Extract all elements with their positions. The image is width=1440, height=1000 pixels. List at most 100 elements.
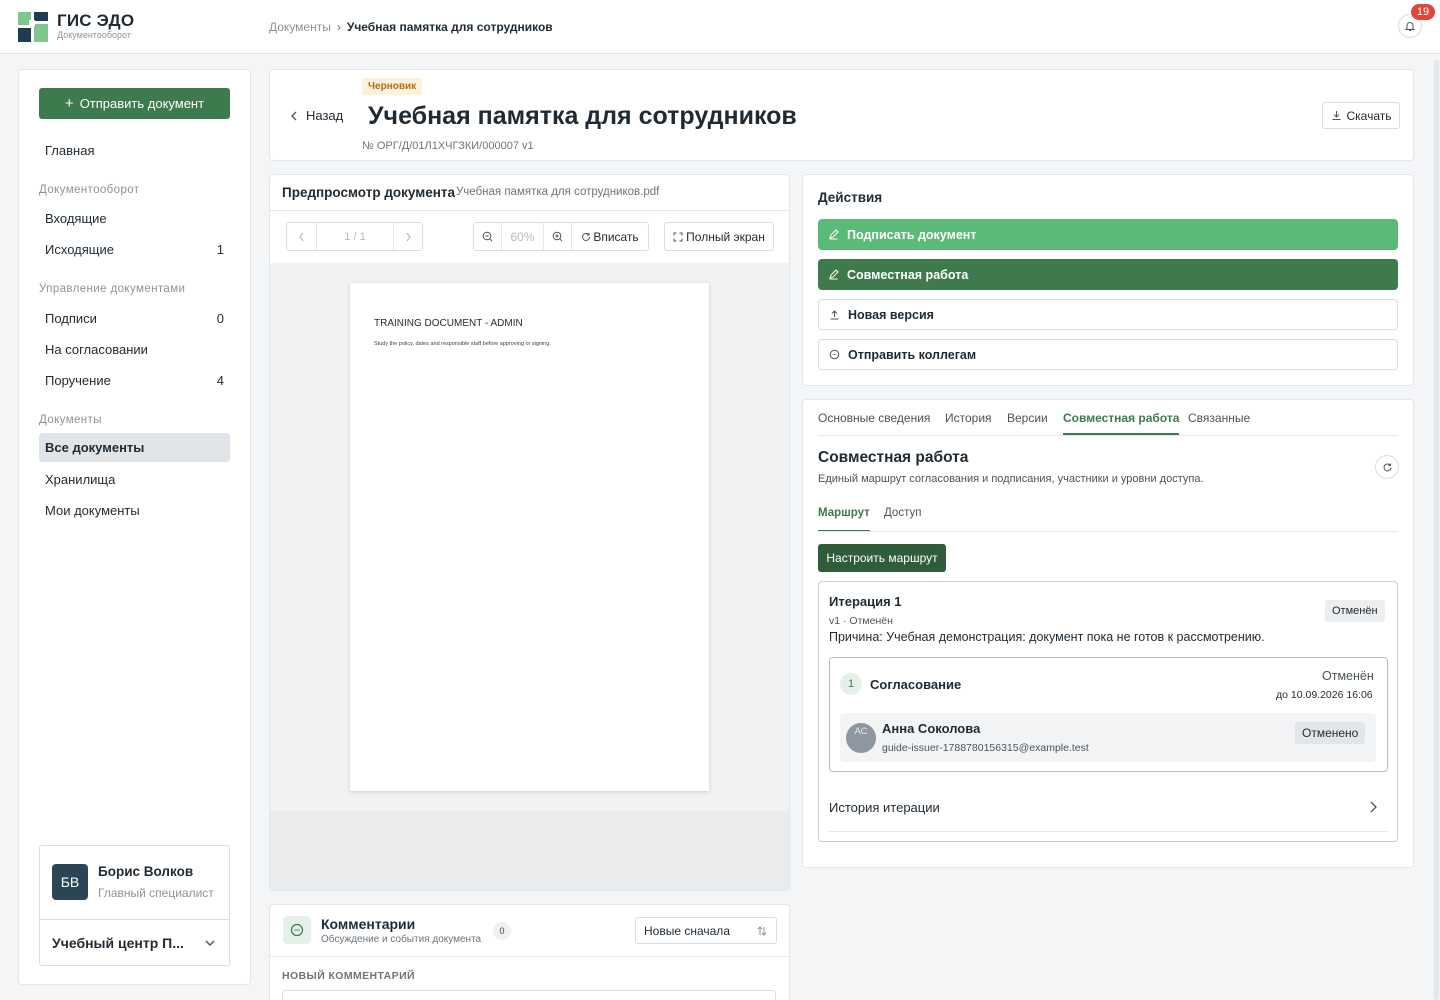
- iteration-status-badge: Отменён: [1325, 600, 1385, 622]
- sidebar-item-label: На согласовании: [45, 342, 148, 357]
- configure-route-button[interactable]: Настроить маршрут: [818, 544, 946, 572]
- next-page-button[interactable]: [394, 223, 422, 250]
- stage-due-date: до 10.09.2026 16:06: [1276, 689, 1373, 701]
- expand-icon: [673, 232, 683, 241]
- tabs-divider: [818, 435, 1398, 436]
- new-comment-input[interactable]: [282, 990, 776, 1000]
- subtabs-divider: [818, 531, 1398, 532]
- new-comment-label: НОВЫЙ КОММЕНТАРИЙ: [282, 970, 415, 982]
- send-document-label: Отправить документ: [79, 96, 205, 111]
- sign-document-button[interactable]: Подписать документ: [818, 219, 1398, 250]
- chevron-right-icon: [406, 232, 411, 241]
- fullscreen-button[interactable]: Полный экран: [664, 222, 774, 251]
- breadcrumb: Документы › Учебная памятка для сотруднико…: [269, 20, 553, 34]
- collaboration-button[interactable]: Совместная работа: [818, 259, 1398, 290]
- download-button[interactable]: Скачать: [1322, 102, 1400, 129]
- chevron-right-icon[interactable]: [1368, 800, 1378, 814]
- breadcrumb-root[interactable]: Документы: [269, 20, 331, 34]
- zoom-out-button[interactable]: [474, 223, 502, 250]
- zoom-controls: 60% Вписать: [473, 222, 649, 251]
- sidebar-item-label: Входящие: [45, 211, 107, 226]
- plus-icon: +: [64, 95, 74, 112]
- tab-overview[interactable]: Основные сведения: [818, 411, 930, 435]
- comments-sort-label: Новые сначала: [644, 923, 730, 938]
- bell-icon: [1404, 22, 1416, 31]
- tab-collaboration[interactable]: Совместная работа: [1063, 411, 1180, 435]
- page-navigator: 1 / 1: [286, 222, 423, 251]
- send-document-button[interactable]: + Отправить документ: [39, 88, 230, 119]
- prev-page-button[interactable]: [287, 223, 317, 250]
- sidebar-item-assignment[interactable]: Поручение 4: [39, 366, 230, 395]
- brand-title: ГИС ЭДО: [57, 11, 135, 30]
- top-bar: [0, 0, 1440, 54]
- avatar[interactable]: БВ: [52, 864, 88, 900]
- fit-label: Вписать: [593, 229, 639, 244]
- sidebar-item-count: 4: [216, 373, 224, 388]
- refresh-icon: [1383, 462, 1391, 471]
- page-scrollbar[interactable]: [1434, 60, 1439, 1000]
- subtab-route[interactable]: Маршрут: [818, 507, 870, 532]
- iteration-title: Итерация 1: [829, 594, 902, 609]
- pen-icon: [829, 229, 839, 240]
- collaboration-title: Совместная работа: [818, 449, 969, 466]
- pen-icon: [829, 269, 839, 280]
- brand-subtitle: Документооборот: [57, 30, 131, 40]
- sidebar-item-home[interactable]: Главная: [39, 136, 230, 165]
- chevron-down-icon[interactable]: [203, 936, 217, 950]
- organization-selector[interactable]: Учебный центр П...: [52, 935, 184, 951]
- sidebar-item-label: Главная: [45, 143, 95, 158]
- preview-canvas-footer: [270, 811, 789, 890]
- sidebar-item-incoming[interactable]: Входящие: [39, 204, 230, 233]
- preview-filename: Учебная памятка для сотрудников.pdf: [456, 186, 660, 198]
- sidebar-item-label: Хранилища: [45, 472, 116, 487]
- chat-icon: [829, 349, 840, 360]
- sidebar-item-storages[interactable]: Хранилища: [39, 465, 230, 494]
- comments-divider: [270, 956, 789, 957]
- refresh-button[interactable]: [1375, 455, 1399, 479]
- iteration-history-link[interactable]: История итерации: [829, 800, 940, 815]
- chat-bubble-icon: [283, 916, 311, 944]
- tab-history[interactable]: История: [945, 411, 992, 435]
- new-version-button[interactable]: Новая версия: [818, 299, 1398, 330]
- download-label: Скачать: [1346, 108, 1392, 123]
- fit-button[interactable]: Вписать: [572, 223, 648, 250]
- sidebar-item-my-docs[interactable]: Мои документы: [39, 496, 230, 525]
- download-icon: [1332, 111, 1340, 120]
- sidebar-item-count: 0: [216, 311, 224, 326]
- page-title: Учебная памятка для сотрудников: [368, 102, 797, 130]
- refresh-icon: [582, 232, 591, 241]
- send-colleagues-label: Отправить коллегам: [848, 347, 977, 362]
- sidebar-item-approval[interactable]: На согласовании: [39, 335, 230, 364]
- upload-icon: [830, 310, 839, 320]
- back-label: Назад: [306, 108, 344, 123]
- stage-number: 1: [840, 673, 862, 695]
- sidebar-item-all-docs[interactable]: Все документы: [39, 433, 230, 462]
- subtab-access[interactable]: Доступ: [884, 507, 921, 532]
- iteration-history-divider: [829, 831, 1388, 832]
- status-badge: Черновик: [362, 78, 423, 95]
- sidebar-item-label: Все документы: [45, 440, 145, 455]
- send-colleagues-button[interactable]: Отправить коллегам: [818, 339, 1398, 370]
- avatar: АС: [846, 723, 876, 753]
- fullscreen-label: Полный экран: [686, 229, 765, 244]
- participant-name: Анна Соколова: [882, 721, 981, 736]
- participant-status-badge: Отменено: [1295, 722, 1366, 744]
- sidebar-item-outgoing[interactable]: Исходящие 1: [39, 235, 230, 264]
- new-version-label: Новая версия: [848, 307, 934, 322]
- zoom-out-icon: [482, 231, 493, 242]
- app-logo-icon[interactable]: [18, 12, 48, 42]
- tab-versions[interactable]: Версии: [1007, 411, 1048, 435]
- page-text: Study the policy, dates and responsible …: [374, 341, 551, 347]
- user-role: Главный специалист: [98, 886, 214, 900]
- page-indicator[interactable]: 1 / 1: [317, 223, 394, 250]
- comments-sort-select[interactable]: Новые сначала: [635, 917, 777, 944]
- stage-status: Отменён: [1322, 669, 1374, 683]
- zoom-level: 60%: [502, 223, 544, 250]
- tab-related[interactable]: Связанные: [1188, 411, 1250, 435]
- collaboration-label: Совместная работа: [847, 267, 969, 282]
- sidebar-item-signatures[interactable]: Подписи 0: [39, 304, 230, 333]
- back-button[interactable]: Назад: [290, 108, 343, 123]
- collaboration-subtitle: Единый маршрут согласования и подписания…: [818, 473, 1204, 485]
- zoom-in-button[interactable]: [544, 223, 572, 250]
- chevron-left-icon: [298, 232, 303, 241]
